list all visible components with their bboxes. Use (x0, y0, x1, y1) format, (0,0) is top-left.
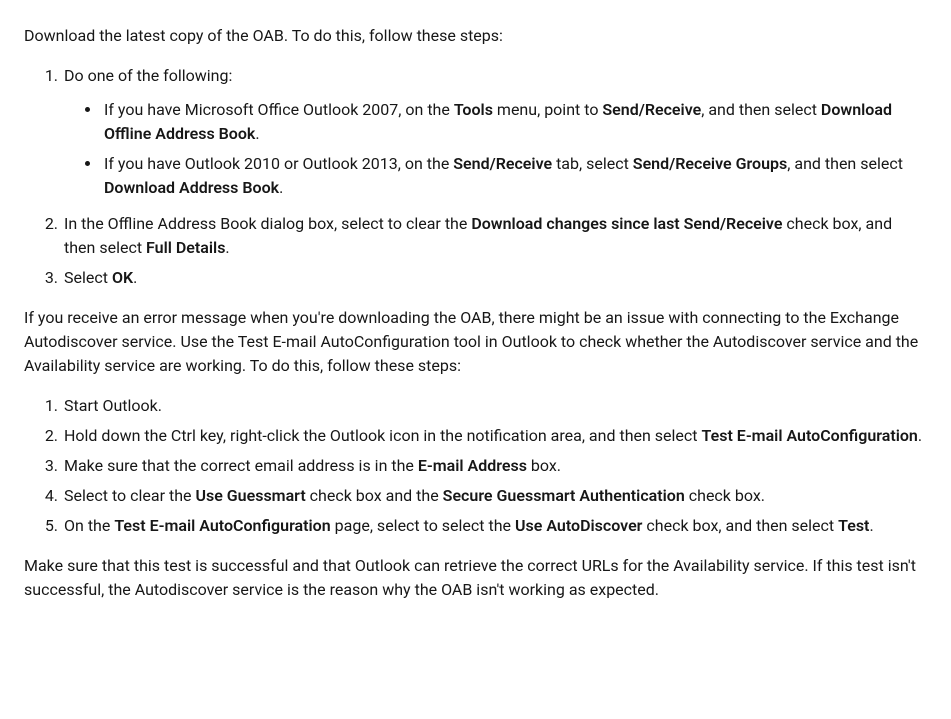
step-1-options: If you have Microsoft Office Outlook 200… (64, 98, 927, 200)
option-outlook-2007: If you have Microsoft Office Outlook 200… (102, 98, 927, 146)
bold-send-receive-groups: Send/Receive Groups (633, 154, 787, 173)
bold-test: Test (838, 516, 869, 535)
steps-list-2: Start Outlook. Hold down the Ctrl key, r… (24, 394, 927, 538)
bold-download-address-book: Download Address Book (104, 178, 279, 197)
ac-step-5: On the Test E-mail AutoConfiguration pag… (62, 514, 927, 538)
ac-step-1: Start Outlook. (62, 394, 927, 418)
error-paragraph: If you receive an error message when you… (24, 306, 927, 378)
bold-send-receive-tab: Send/Receive (453, 154, 552, 173)
closing-paragraph: Make sure that this test is successful a… (24, 554, 927, 602)
bold-secure-guessmart: Secure Guessmart Authentication (443, 486, 685, 505)
ac-step-4: Select to clear the Use Guessmart check … (62, 484, 927, 508)
bold-use-autodiscover: Use AutoDiscover (515, 516, 642, 535)
bold-ok: OK (112, 268, 133, 287)
bold-test-email-autoconfig-page: Test E-mail AutoConfiguration (114, 516, 330, 535)
bold-tools: Tools (454, 100, 493, 119)
step-1: Do one of the following: If you have Mic… (62, 64, 927, 200)
steps-list-1: Do one of the following: If you have Mic… (24, 64, 927, 290)
ac-step-2: Hold down the Ctrl key, right-click the … (62, 424, 927, 448)
step-2: In the Offline Address Book dialog box, … (62, 212, 927, 260)
step-3: Select OK. (62, 266, 927, 290)
bold-send-receive: Send/Receive (602, 100, 701, 119)
bold-email-address: E-mail Address (418, 456, 527, 475)
option-outlook-2010-2013: If you have Outlook 2010 or Outlook 2013… (102, 152, 927, 200)
ac-step-3: Make sure that the correct email address… (62, 454, 927, 478)
bold-full-details: Full Details (146, 238, 225, 257)
bold-use-guessmart: Use Guessmart (195, 486, 305, 505)
bold-test-email-autoconfig: Test E-mail AutoConfiguration (702, 426, 918, 445)
bold-download-changes: Download changes since last Send/Receive (471, 214, 782, 233)
intro-paragraph: Download the latest copy of the OAB. To … (24, 24, 927, 48)
step-1-text: Do one of the following: (64, 66, 232, 85)
